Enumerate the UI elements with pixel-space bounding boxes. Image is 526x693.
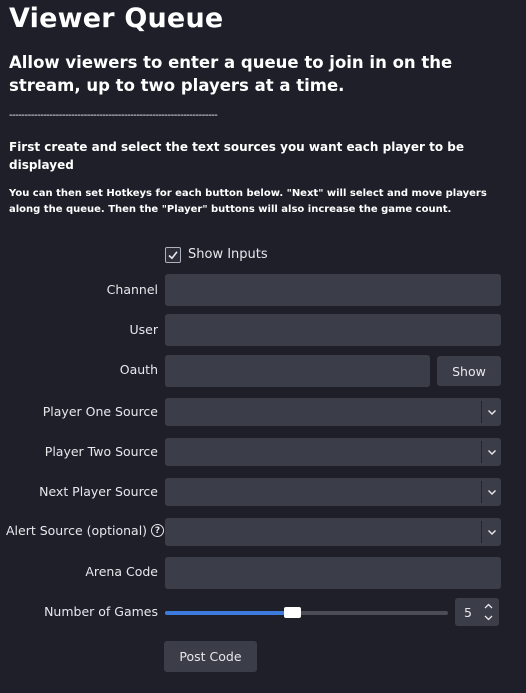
page-subtitle: Allow viewers to enter a queue to join i… [9, 53, 453, 95]
oauth-label: Oauth [119, 362, 158, 377]
check-icon [168, 251, 178, 260]
channel-input[interactable] [165, 274, 501, 306]
user-label: User [129, 322, 159, 337]
games-spinbox[interactable]: 5 [455, 598, 499, 626]
next-player-source-select[interactable] [165, 478, 501, 506]
post-code-button[interactable]: Post Code [164, 641, 257, 672]
player-two-source-select[interactable] [165, 438, 501, 466]
channel-label: Channel [106, 282, 158, 297]
games-slider-handle[interactable] [284, 607, 302, 618]
next-player-source-label: Next Player Source [39, 484, 158, 499]
chevron-down-icon [488, 530, 496, 535]
arena-code-label: Arena Code [85, 564, 158, 579]
number-of-games-label: Number of Games [44, 604, 158, 619]
player-one-source-label: Player One Source [42, 404, 158, 419]
alert-source-label-group: Alert Source (optional) ? [6, 523, 165, 538]
chevron-down-icon [488, 450, 496, 455]
help-icon[interactable]: ? [151, 524, 165, 537]
divider-line: ----------------------------------------… [9, 110, 218, 121]
player-one-source-select[interactable] [165, 398, 501, 426]
show-inputs-label[interactable]: Show Inputs [188, 247, 268, 262]
user-input[interactable] [165, 314, 501, 346]
instructions-secondary: You can then set Hotkeys for each button… [9, 188, 487, 215]
page-title: Viewer Queue [9, 3, 224, 34]
chevron-down-icon [488, 490, 496, 495]
arena-code-input[interactable] [165, 557, 501, 589]
player-two-source-label: Player Two Source [44, 444, 158, 459]
chevron-up-icon[interactable] [484, 602, 493, 610]
instructions-primary: First create and select the text sources… [9, 140, 464, 172]
chevron-down-icon[interactable] [484, 614, 493, 622]
games-slider-fill [165, 611, 293, 615]
oauth-input[interactable] [165, 355, 430, 387]
show-inputs-checkbox[interactable] [165, 247, 181, 263]
alert-source-label: Alert Source (optional) [6, 523, 148, 538]
alert-source-select[interactable] [165, 518, 501, 546]
games-spinbox-value[interactable]: 5 [464, 605, 472, 620]
chevron-down-icon [488, 410, 496, 415]
oauth-show-button[interactable]: Show [437, 356, 501, 386]
